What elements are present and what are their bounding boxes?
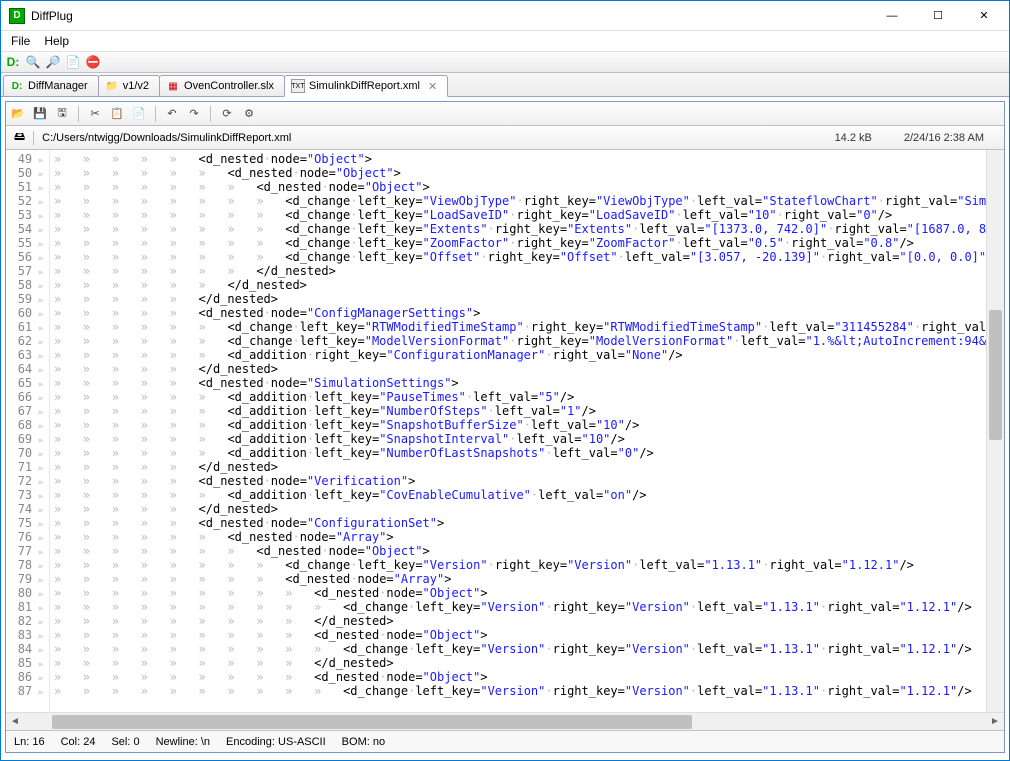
scroll-right-icon[interactable]: ► — [986, 716, 1004, 727]
status-sel: Sel: 0 — [111, 736, 139, 748]
tab-bar: D: DiffManager 📁 v1/v2 ▦ OvenController.… — [1, 73, 1009, 97]
scrollbar-thumb[interactable] — [989, 310, 1002, 440]
window-title: DiffPlug — [31, 9, 869, 23]
menu-file[interactable]: File — [5, 32, 36, 50]
code-content[interactable]: » » » » » <d_nested·node="Object">» » » … — [50, 150, 986, 712]
path-bar: 🖴 C:/Users/ntwigg/Downloads/SimulinkDiff… — [6, 126, 1004, 150]
separator — [210, 106, 211, 122]
tab-label: OvenController.slx — [184, 80, 274, 92]
folder-icon: 📁 — [105, 79, 119, 93]
scrollbar-thumb[interactable] — [52, 715, 692, 729]
status-encoding: Encoding: US-ASCII — [226, 736, 326, 748]
tab-label: v1/v2 — [123, 80, 149, 92]
txt-icon: TXT — [291, 79, 305, 93]
saveall-icon[interactable]: 🖫 — [54, 106, 70, 122]
undo-icon[interactable]: ↶ — [164, 106, 180, 122]
diff-icon: D: — [10, 79, 24, 93]
tab-diffmanager[interactable]: D: DiffManager — [3, 75, 99, 96]
tab-label: DiffManager — [28, 80, 88, 92]
tab-ovencontroller[interactable]: ▦ OvenController.slx — [159, 75, 285, 96]
separator — [78, 106, 79, 122]
separator — [155, 106, 156, 122]
editor-toolbar: 📂 💾 🖫 ✂ 📋 📄 ↶ ↷ ⟳ ⚙ — [6, 102, 1004, 126]
titlebar: D DiffPlug — ☐ ✕ — [1, 1, 1009, 31]
status-line: Ln: 16 — [14, 736, 45, 748]
refresh-icon[interactable]: ⟳ — [219, 106, 235, 122]
close-button[interactable]: ✕ — [961, 1, 1007, 31]
tab-v1v2[interactable]: 📁 v1/v2 — [98, 75, 160, 96]
app-icon: D — [9, 8, 25, 24]
paste-icon[interactable]: 📄 — [131, 106, 147, 122]
cut-icon[interactable]: ✂ — [87, 106, 103, 122]
copy-icon[interactable]: 📋 — [109, 106, 125, 122]
find-icon[interactable]: 🔎 — [45, 54, 61, 70]
file-path[interactable]: C:/Users/ntwigg/Downloads/SimulinkDiffRe… — [42, 132, 814, 144]
simulink-icon: ▦ — [166, 79, 180, 93]
separator — [33, 131, 34, 145]
tab-label: SimulinkDiffReport.xml — [309, 80, 420, 92]
diff-icon[interactable]: D: — [5, 54, 21, 70]
new-file-icon[interactable]: 📄 — [65, 54, 81, 70]
status-bar: Ln: 16 Col: 24 Sel: 0 Newline: \n Encodi… — [6, 730, 1004, 752]
editor: 📂 💾 🖫 ✂ 📋 📄 ↶ ↷ ⟳ ⚙ 🖴 C:/Users/ntwigg/Do… — [5, 101, 1005, 753]
menu-help[interactable]: Help — [38, 32, 75, 50]
save-icon[interactable]: 💾 — [32, 106, 48, 122]
disk-icon[interactable]: 🖴 — [14, 128, 25, 147]
maximize-button[interactable]: ☐ — [915, 1, 961, 31]
file-size: 14.2 kB — [823, 132, 884, 144]
file-date: 2/24/16 2:38 AM — [892, 132, 996, 144]
scroll-left-icon[interactable]: ◄ — [6, 716, 24, 727]
code-area[interactable]: 4950515253545556575859606162636465666768… — [6, 150, 1004, 712]
status-col: Col: 24 — [61, 736, 96, 748]
open-icon[interactable]: 📂 — [10, 106, 26, 122]
minimize-button[interactable]: — — [869, 1, 915, 31]
search-icon[interactable]: 🔍 — [25, 54, 41, 70]
tab-simulinkdiffreport[interactable]: TXT SimulinkDiffReport.xml ✕ — [284, 75, 448, 97]
horizontal-scrollbar[interactable]: ◄ ► — [6, 712, 1004, 730]
stop-icon[interactable]: ⛔ — [85, 54, 101, 70]
status-bom: BOM: no — [342, 736, 385, 748]
settings-icon[interactable]: ⚙ — [241, 106, 257, 122]
redo-icon[interactable]: ↷ — [186, 106, 202, 122]
vertical-scrollbar[interactable] — [986, 150, 1004, 712]
main-toolbar: D: 🔍 🔎 📄 ⛔ — [1, 51, 1009, 73]
menubar: File Help — [1, 31, 1009, 51]
line-gutter: 4950515253545556575859606162636465666768… — [6, 150, 50, 712]
close-tab-icon[interactable]: ✕ — [428, 80, 437, 93]
status-newline: Newline: \n — [156, 736, 210, 748]
